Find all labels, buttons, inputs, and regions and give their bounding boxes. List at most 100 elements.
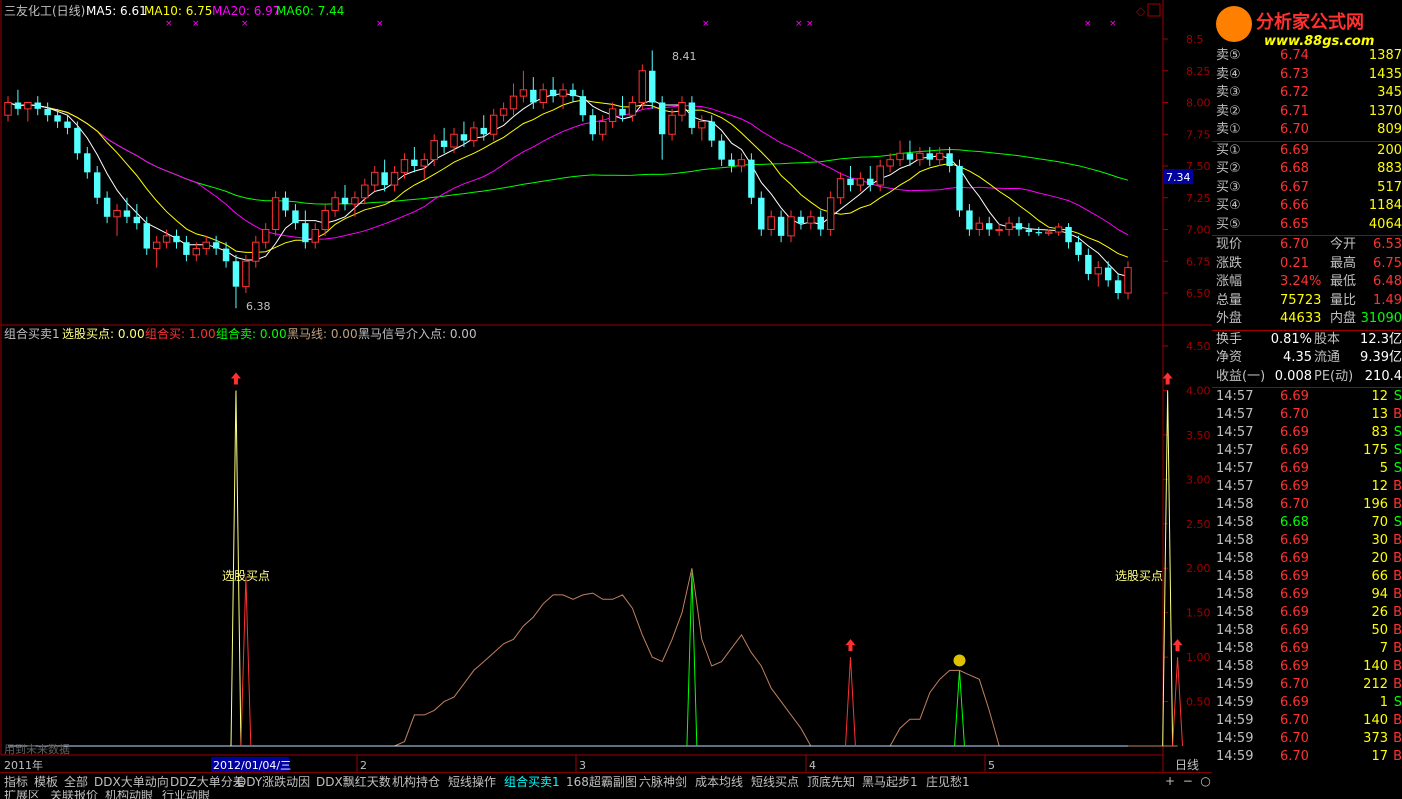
candle-body <box>292 210 299 224</box>
tab-11[interactable]: 六脉神剑 <box>639 774 687 790</box>
tab-14[interactable]: 顶底先知 <box>807 774 855 790</box>
zoom-controls[interactable]: + − ○ <box>1165 774 1211 788</box>
tick-row: 14:58 6.69 30 B <box>1212 532 1402 550</box>
stats-row: 外盘 44633 内盘 31090 <box>1212 310 1402 328</box>
candle-body <box>331 197 339 211</box>
quote-cell: 内盘 <box>1330 311 1357 326</box>
quote-cell: 6.68 <box>1280 515 1309 530</box>
candle-body <box>470 127 478 142</box>
candle-body <box>24 102 32 110</box>
year-label: 2011年 <box>4 758 43 772</box>
order-book-row: 卖① 6.70 809 <box>1212 121 1402 139</box>
candle-body <box>737 159 746 167</box>
quote-cell: 5 <box>1379 461 1388 476</box>
tab-9[interactable]: 组合买卖1 <box>504 774 560 790</box>
candle-body <box>311 229 319 243</box>
candle-body <box>54 115 61 122</box>
tick-row: 14:57 6.69 12 S <box>1212 388 1402 406</box>
kline-chart[interactable]: 三友化工(日线) MA5: 6.61 MA10: 6.75 MA20: 6.97… <box>0 0 1212 772</box>
candle-body <box>658 102 666 135</box>
tick-row: 14:58 6.69 7 B <box>1212 640 1402 658</box>
quote-cell: 883 <box>1377 161 1402 176</box>
order-book-row: 买① 6.69 200 <box>1212 142 1402 160</box>
candle-body <box>84 153 91 173</box>
order-book-row: 买③ 6.67 517 <box>1212 179 1402 197</box>
tab-5[interactable]: DDY涨跌动因 <box>237 774 310 790</box>
logo-title: 分析家公式网 <box>1256 12 1364 33</box>
tab-8[interactable]: 短线操作 <box>448 774 496 790</box>
quote-cell: 14:58 <box>1216 569 1254 584</box>
restore-icon[interactable] <box>1147 3 1161 17</box>
indicator-lines <box>8 372 1184 747</box>
quote-cell: 14:59 <box>1216 677 1254 692</box>
candle-body <box>282 197 289 211</box>
tab-0[interactable]: 指标 <box>4 774 28 790</box>
quote-cell: 0.81% <box>1270 331 1312 347</box>
quote-cell: 809 <box>1377 122 1402 137</box>
scroll-icon[interactable]: ○ <box>1200 774 1210 788</box>
candle-body <box>1054 226 1063 233</box>
candle-body <box>1005 222 1013 230</box>
quote-cell: S <box>1393 695 1402 710</box>
quote-cell: 75723 <box>1280 292 1322 308</box>
quote-cell: 6.69 <box>1280 659 1309 674</box>
quote-cell: 140 <box>1363 659 1388 674</box>
tab-12[interactable]: 成本均线 <box>695 774 743 790</box>
period-label[interactable]: 日线 <box>1175 758 1199 772</box>
zoom-out-icon[interactable]: − <box>1183 774 1193 788</box>
tab-15[interactable]: 黑马起步1 <box>862 774 918 790</box>
signal-marker-icon: × <box>795 19 803 29</box>
bottom-tab-3[interactable]: 行业动眼 <box>162 790 210 799</box>
candle-body <box>1124 267 1132 294</box>
tab-7[interactable]: 机构持仓 <box>392 774 440 790</box>
candle-body <box>698 121 706 129</box>
quote-cell: 14:58 <box>1216 533 1254 548</box>
signal-marker-icon: × <box>165 19 173 29</box>
quote-cell: 6.65 <box>1280 216 1309 232</box>
quote-cell: 30 <box>1371 533 1388 548</box>
tab-2[interactable]: 全部 <box>64 774 88 790</box>
candle-body <box>450 133 458 148</box>
quote-cell: 44633 <box>1280 311 1322 326</box>
zoom-in-icon[interactable]: + <box>1165 774 1175 788</box>
quote-cell: 14:58 <box>1216 515 1254 530</box>
diamond-icon[interactable]: ◇ <box>1136 4 1146 18</box>
bottom-tab-2[interactable]: 机构动眼 <box>105 790 153 799</box>
bottom-tab-0[interactable]: 扩展区 <box>4 790 40 799</box>
quote-cell: 6.69 <box>1280 623 1309 638</box>
quote-cell: B <box>1393 497 1402 512</box>
quote-cell: B <box>1393 569 1402 584</box>
quote-cell: 净资 <box>1216 350 1243 365</box>
bottom-tab-1[interactable]: 关联报价 <box>50 790 98 799</box>
quote-cell: 3.24% <box>1280 274 1322 289</box>
tick-row: 14:58 6.69 94 B <box>1212 586 1402 604</box>
quote-cell: 12 <box>1371 479 1388 494</box>
ma5-label: MA5: 6.61 <box>86 4 147 18</box>
tab-4[interactable]: DDZ大单分差 <box>170 774 245 790</box>
price-tick-label: 7.25 <box>1186 192 1211 205</box>
info-row: 净资 4.35 流通 9.39亿 <box>1212 349 1402 367</box>
tab-6[interactable]: DDX飘红天数 <box>316 774 391 790</box>
info-row: 换手 0.81% 股本 12.3亿 <box>1212 331 1402 349</box>
tab-3[interactable]: DDX大单动向 <box>94 774 169 790</box>
candle-body <box>162 235 171 243</box>
tab-13[interactable]: 短线买点 <box>751 774 799 790</box>
tab-10[interactable]: 168超霸副图 <box>566 774 637 790</box>
tab-16[interactable]: 庄见愁1 <box>926 774 970 790</box>
sell-label: 组合卖: 0.00 <box>216 326 287 341</box>
quote-cell: 14:57 <box>1216 443 1254 458</box>
quote-cell: 收益(一) <box>1216 368 1266 384</box>
quote-cell: B <box>1393 407 1402 422</box>
candle-body <box>64 121 71 128</box>
candle-body <box>519 89 528 97</box>
candle-body <box>302 223 309 243</box>
tick-row: 14:59 6.70 140 B <box>1212 712 1402 730</box>
quote-cell: 50 <box>1371 623 1388 638</box>
quote-cell: 6.70 <box>1280 497 1309 512</box>
buy-arrow-icon <box>230 372 241 385</box>
quote-cell: 6.70 <box>1280 407 1309 422</box>
tab-1[interactable]: 模板 <box>34 774 58 790</box>
candle-body <box>598 121 607 135</box>
candle-body <box>916 152 924 161</box>
indicator-tick-label: 3.00 <box>1186 473 1211 486</box>
